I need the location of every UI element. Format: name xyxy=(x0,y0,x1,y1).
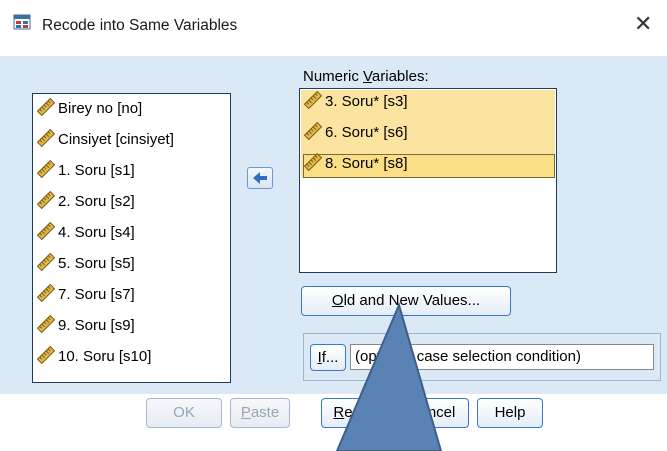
list-item[interactable]: 1. Soru [s1] xyxy=(37,160,135,182)
list-item-label: 4. Soru [s4] xyxy=(58,224,135,241)
ruler-icon xyxy=(37,191,55,209)
list-item[interactable]: 3. Soru* [s3] xyxy=(304,91,408,113)
list-item-label: 8. Soru* [s8] xyxy=(325,155,408,172)
list-item[interactable]: Cinsiyet [cinsiyet] xyxy=(37,129,174,151)
list-item-label: 9. Soru [s9] xyxy=(58,317,135,334)
ruler-icon xyxy=(37,346,55,364)
ruler-icon xyxy=(37,253,55,271)
ruler-icon xyxy=(304,153,322,171)
ruler-icon xyxy=(304,91,322,109)
list-item[interactable]: 8. Soru* [s8] xyxy=(304,153,408,175)
list-item-label: 5. Soru [s5] xyxy=(58,255,135,272)
numeric-variables-list[interactable]: 3. Soru* [s3] 6. Soru* [s6] 8. Soru* [s8] xyxy=(299,88,557,273)
list-item[interactable]: 2. Soru [s2] xyxy=(37,191,135,213)
app-icon xyxy=(13,14,31,30)
ruler-icon xyxy=(37,222,55,240)
old-and-new-values-button[interactable]: Old and New Values... xyxy=(301,286,511,316)
list-item-label: 6. Soru* [s6] xyxy=(325,124,408,141)
list-item-label: Cinsiyet [cinsiyet] xyxy=(58,131,174,148)
list-item[interactable]: 5. Soru [s5] xyxy=(37,253,135,275)
window-title: Recode into Same Variables xyxy=(42,17,238,34)
list-item-label: 7. Soru [s7] xyxy=(58,286,135,303)
ruler-icon xyxy=(37,160,55,178)
list-item[interactable]: 7. Soru [s7] xyxy=(37,284,135,306)
list-item[interactable]: 10. Soru [s10] xyxy=(37,346,151,368)
list-item[interactable]: Birey no [no] xyxy=(37,98,142,120)
close-icon[interactable]: ✕ xyxy=(634,13,652,35)
move-to-target-button[interactable] xyxy=(247,167,273,189)
ruler-icon xyxy=(37,315,55,333)
ruler-icon xyxy=(37,98,55,116)
ruler-icon xyxy=(37,284,55,302)
condition-field: (optional case selection condition) xyxy=(350,344,654,370)
if-button[interactable]: If... xyxy=(310,344,346,371)
numeric-variables-label: Numeric Variables: xyxy=(303,68,429,85)
list-item[interactable]: 6. Soru* [s6] xyxy=(304,122,408,144)
paste-button[interactable]: Paste xyxy=(230,398,290,428)
source-variable-list[interactable]: Birey no [no] Cinsiyet [cinsiyet] 1. Soru … xyxy=(32,93,231,383)
cancel-button[interactable]: Cancel xyxy=(395,398,469,428)
ruler-icon xyxy=(304,122,322,140)
list-item[interactable]: 9. Soru [s9] xyxy=(37,315,135,337)
list-item-label: Birey no [no] xyxy=(58,100,143,117)
if-condition-group: If... (optional case selection condition… xyxy=(303,333,661,381)
ruler-icon xyxy=(37,129,55,147)
list-item-label: 2. Soru [s2] xyxy=(58,193,135,210)
arrow-left-icon xyxy=(253,172,267,184)
list-item-label: 1. Soru [s1] xyxy=(58,162,135,179)
list-item-label: 10. Soru [s10] xyxy=(58,348,152,365)
ok-button[interactable]: OK xyxy=(146,398,222,428)
title-bar: Recode into Same Variables ✕ xyxy=(0,0,667,56)
help-button[interactable]: Help xyxy=(477,398,543,428)
reset-button[interactable]: Reset xyxy=(321,398,385,428)
list-item[interactable]: 4. Soru [s4] xyxy=(37,222,135,244)
list-item-label: 3. Soru* [s3] xyxy=(325,93,408,110)
